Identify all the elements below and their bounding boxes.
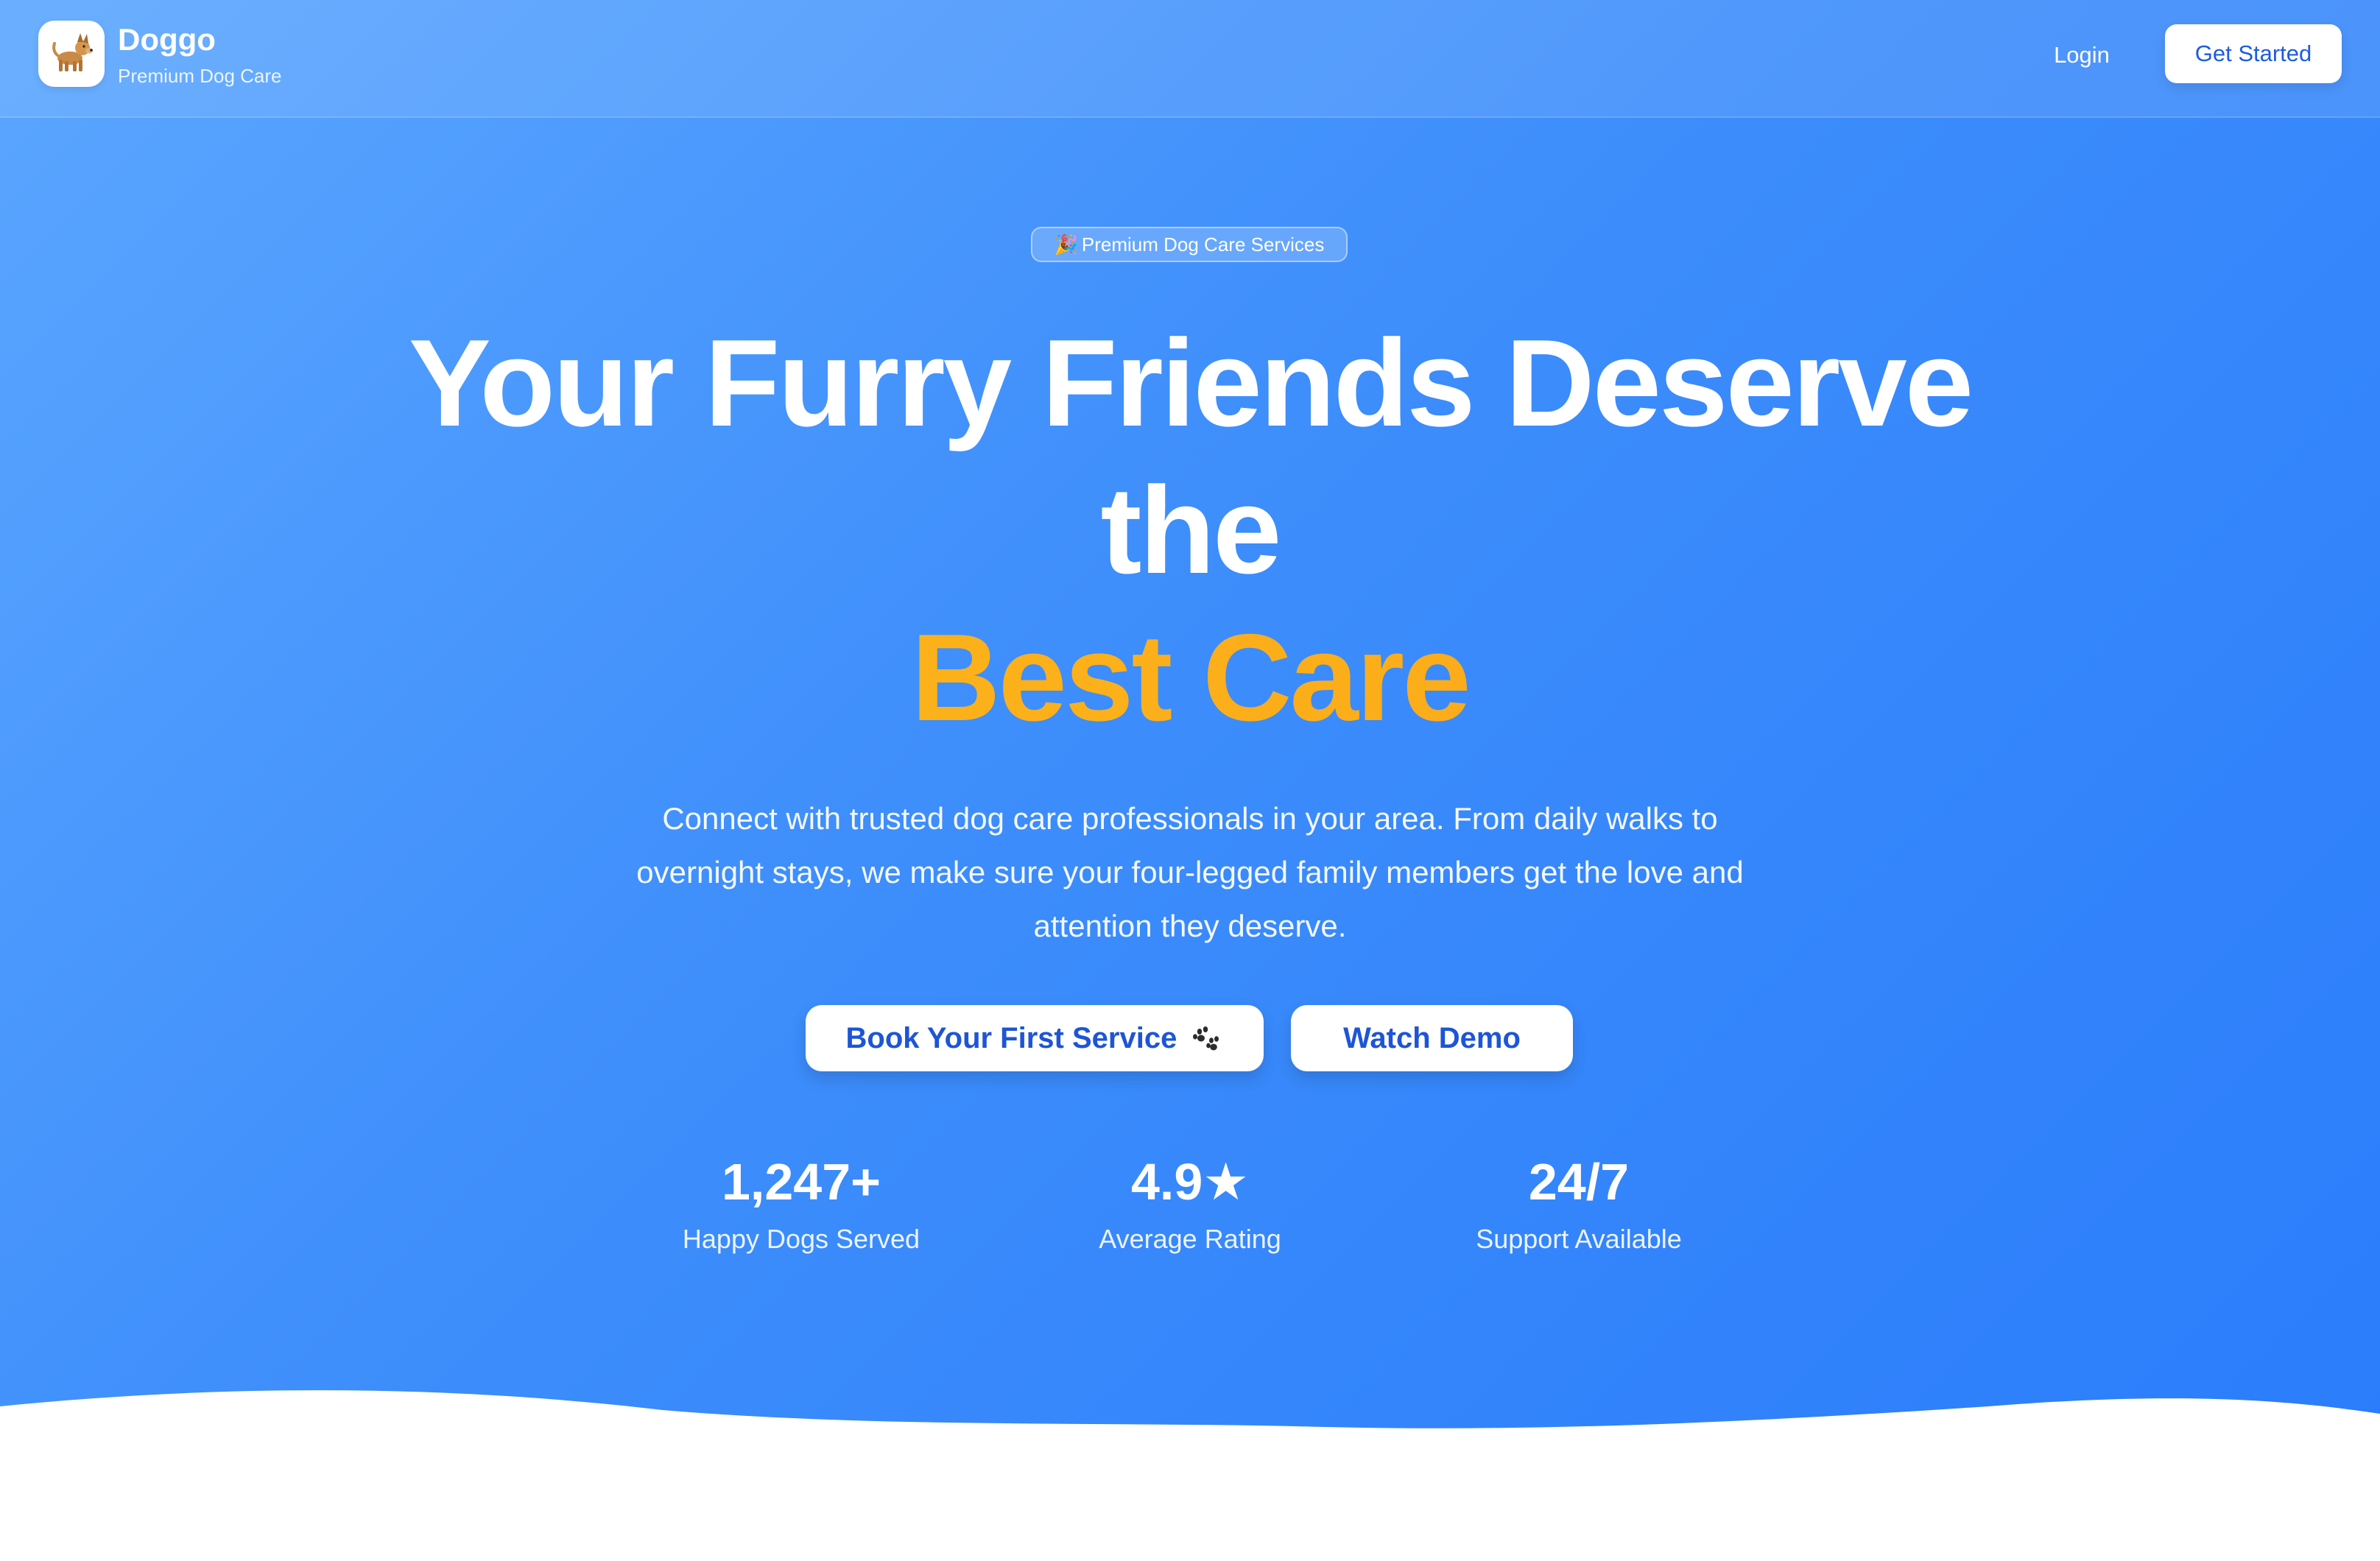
headline-line-1: Your Furry Friends Deserve: [408, 314, 1974, 452]
get-started-button[interactable]: Get Started: [2165, 24, 2342, 83]
stat-support: 24/7 Support Available: [1424, 1149, 1733, 1258]
book-service-button[interactable]: Book Your First Service: [806, 1005, 1264, 1071]
headline-line-2: the: [1100, 461, 1282, 599]
book-service-label: Book Your First Service: [845, 1022, 1177, 1054]
hero-headline: Your Furry Friends Deserve the Best Care: [0, 309, 2380, 751]
stat-average-rating: 4.9★ Average Rating: [1035, 1149, 1345, 1258]
brand-name[interactable]: Doggo: [118, 22, 216, 57]
badge-label: Premium Dog Care Services: [1081, 233, 1325, 256]
paw-prints-icon: [1193, 1026, 1219, 1051]
stat-label: Support Available: [1476, 1224, 1682, 1254]
hero-subtext: Connect with trusted dog care profession…: [636, 801, 1744, 943]
stat-label: Average Rating: [1099, 1224, 1281, 1254]
stat-happy-dogs: 1,247+ Happy Dogs Served: [647, 1149, 956, 1258]
headline-accent: Best Care: [0, 604, 2380, 751]
hero-badge: 🎉 Premium Dog Care Services: [1031, 227, 1348, 262]
stat-value: 4.9★: [1130, 1153, 1250, 1211]
logo[interactable]: [38, 21, 105, 87]
party-popper-icon: 🎉: [1054, 233, 1079, 256]
stat-value: 24/7: [1528, 1153, 1630, 1211]
watch-demo-button[interactable]: Watch Demo: [1291, 1005, 1573, 1071]
hero-wave-divider: [0, 1390, 2380, 1561]
top-navbar: Doggo Premium Dog Care Login Get Started: [0, 0, 2380, 118]
landing-page: Doggo Premium Dog Care Login Get Started…: [0, 0, 2380, 1561]
dog-icon: [52, 33, 93, 71]
login-link[interactable]: Login: [2034, 37, 2130, 74]
stat-value: 1,247+: [721, 1153, 881, 1211]
stat-label: Happy Dogs Served: [682, 1224, 920, 1254]
brand-tagline: Premium Dog Care: [118, 65, 282, 87]
